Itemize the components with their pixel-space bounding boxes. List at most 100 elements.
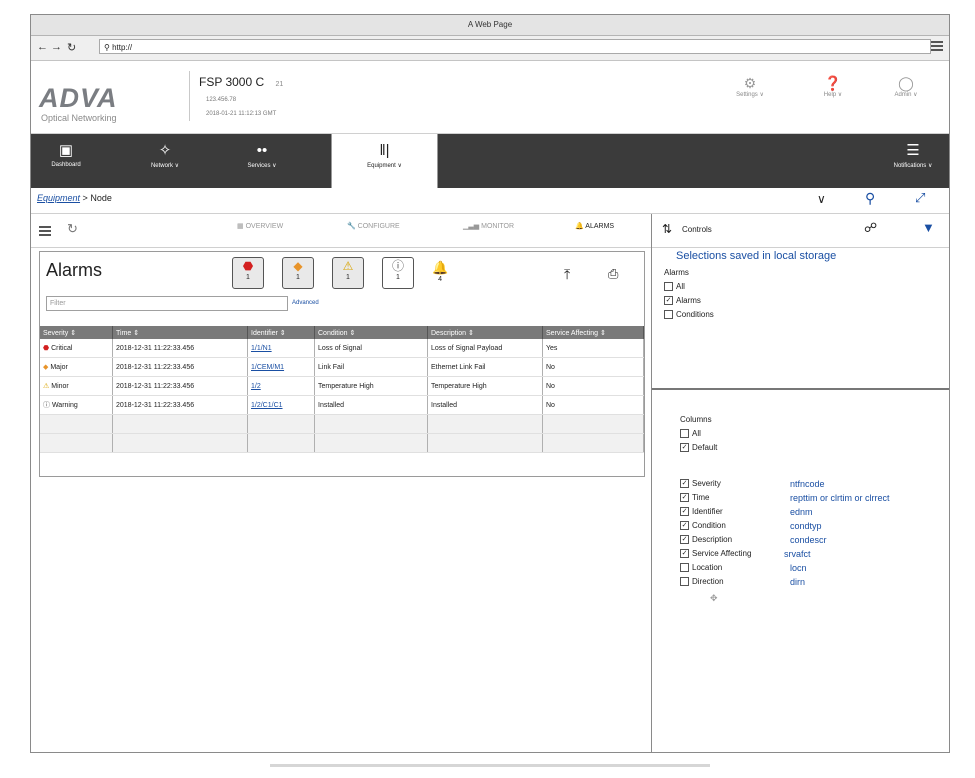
search-icon[interactable]: ⚲ — [865, 190, 875, 207]
major-count-button[interactable]: ◆ 1 — [282, 257, 314, 289]
drag-handle-icon[interactable]: ✥ — [710, 593, 718, 604]
settings-menu[interactable]: ⚙ Settings ∨ — [725, 75, 775, 98]
nav-equipment[interactable]: ‖| Equipment ∨ — [331, 134, 438, 188]
reload-icon[interactable]: ↻ — [67, 41, 76, 54]
checkbox[interactable]: ✓ — [680, 479, 689, 489]
checkbox[interactable]: ✓ — [664, 296, 673, 306]
option-all[interactable]: All — [664, 282, 685, 292]
field-label: Condition — [692, 521, 726, 530]
warning-count: 1 — [396, 274, 400, 281]
col-time[interactable]: Time ⇕ — [112, 326, 248, 339]
help-menu[interactable]: ❓ Help ∨ — [813, 75, 853, 98]
option-conditions[interactable]: Conditions — [664, 310, 714, 320]
advanced-link[interactable]: Advanced — [292, 300, 319, 306]
identifier-link[interactable]: 1/CEM/M1 — [251, 364, 284, 371]
checkbox[interactable] — [664, 310, 673, 320]
warning-icon: ⓘ — [391, 259, 404, 273]
nav-notifications-label: Notifications — [893, 163, 927, 169]
columns-all[interactable]: All — [680, 429, 701, 439]
field-code: ednm — [790, 507, 813, 517]
print-icon[interactable]: ⎙ — [608, 266, 618, 282]
filter-input[interactable]: Filter — [46, 296, 288, 311]
col-service-affecting[interactable]: Service Affecting ⇕ — [542, 326, 644, 339]
chevron-down-icon: ∨ — [174, 163, 180, 169]
checkbox[interactable] — [680, 563, 689, 573]
col-description[interactable]: Description ⇕ — [427, 326, 543, 339]
saved-note: Selections saved in local storage — [676, 250, 837, 262]
checkbox[interactable]: ✓ — [680, 443, 689, 453]
checkbox[interactable] — [680, 429, 689, 439]
table-row[interactable]: ◆ Major 2018-12-31 11:22:33.456 1/CEM/M1… — [40, 357, 644, 377]
group-icon[interactable]: ☍ — [864, 220, 877, 236]
nav-services[interactable]: •• Services ∨ — [229, 134, 295, 188]
table-row — [40, 414, 644, 434]
option-label: Alarms — [676, 296, 701, 305]
warning-icon: ⓘ — [43, 402, 50, 409]
alarms-title: Alarms — [46, 260, 103, 280]
url-field[interactable]: ⚲ http:// — [99, 39, 931, 54]
identifier-link[interactable]: 1/2 — [251, 383, 261, 390]
tab-monitor[interactable]: ▁▃▅ MONITOR — [463, 222, 514, 230]
minor-count-button[interactable]: ⚠ 1 — [332, 257, 364, 289]
bell-icon: 🔔 — [575, 223, 584, 230]
checkbox[interactable]: ✓ — [680, 521, 689, 531]
col-condition[interactable]: Condition ⇕ — [314, 326, 428, 339]
menu-icon[interactable] — [931, 41, 943, 53]
export-icon[interactable]: ⤒ — [564, 266, 570, 283]
field-direction[interactable]: Direction — [680, 577, 724, 587]
table-row[interactable]: ⬣ Critical 2018-12-31 11:22:33.456 1/1/N… — [40, 339, 644, 358]
checkbox[interactable]: ✓ — [680, 549, 689, 559]
tab-alarms[interactable]: 🔔 ALARMS — [575, 222, 614, 230]
major-icon: ◆ — [43, 364, 49, 371]
nav-notifications[interactable]: ☰ Notifications ∨ — [883, 134, 943, 188]
field-severity[interactable]: ✓ Severity — [680, 479, 721, 489]
menu-icon[interactable] — [39, 226, 51, 238]
filter-icon[interactable]: ▼ — [922, 220, 935, 235]
col-identifier[interactable]: Identifier ⇕ — [247, 326, 315, 339]
tab-overview[interactable]: ▦ OVERVIEW — [237, 222, 283, 230]
critical-count-button[interactable]: ⬣ 1 — [232, 257, 264, 289]
table-row[interactable]: ⓘ Warning 2018-12-31 11:22:33.456 1/2/C1… — [40, 395, 644, 415]
warning-count-button[interactable]: ⓘ 1 — [382, 257, 414, 289]
identifier-cell: 1/2/C1/C1 — [247, 395, 315, 415]
tab-configure[interactable]: 🔧 CONFIGURE — [347, 222, 400, 230]
breadcrumb-equipment-link[interactable]: Equipment — [37, 193, 80, 203]
checkbox[interactable]: ✓ — [680, 493, 689, 503]
field-condition[interactable]: ✓ Condition — [680, 521, 726, 531]
minor-icon: ⚠ — [342, 259, 354, 273]
checkbox[interactable]: ✓ — [680, 535, 689, 545]
field-location[interactable]: Location — [680, 563, 722, 573]
nav-network[interactable]: ✧ Network ∨ — [135, 134, 195, 188]
controls-title: Controls — [682, 225, 712, 234]
field-time[interactable]: ✓ Time — [680, 493, 709, 503]
refresh-icon[interactable]: ↻ — [67, 221, 78, 237]
option-alarms[interactable]: ✓ Alarms — [664, 296, 701, 306]
severity-cell: ⬣ Critical — [40, 339, 113, 358]
nav-dashboard[interactable]: ▣ Dashboard — [41, 134, 91, 188]
field-service-affecting[interactable]: ✓ Service Affecting — [680, 549, 751, 559]
checkbox[interactable] — [664, 282, 673, 292]
col-time-label: Time — [116, 329, 132, 337]
forward-icon[interactable]: → — [51, 41, 62, 53]
table-row[interactable]: ⚠ Minor 2018-12-31 11:22:33.456 1/2 Temp… — [40, 376, 644, 396]
checkbox[interactable]: ✓ — [680, 507, 689, 517]
col-severity[interactable]: Severity ⇕ — [40, 326, 113, 339]
identifier-link[interactable]: 1/2/C1/C1 — [251, 402, 283, 409]
admin-menu[interactable]: ◯ Admin ∨ — [881, 75, 931, 98]
field-description[interactable]: ✓ Description — [680, 535, 732, 545]
severity-text: Major — [50, 364, 68, 371]
expand-icon[interactable]: ⤢ — [915, 190, 925, 206]
grid-icon: ▦ — [237, 223, 244, 230]
total-alarms[interactable]: 🔔 4 — [432, 260, 448, 283]
identifier-link[interactable]: 1/1/N1 — [251, 345, 272, 352]
field-identifier[interactable]: ✓ Identifier — [680, 507, 723, 517]
columns-default[interactable]: ✓ Default — [680, 443, 717, 453]
admin-label: Admin — [894, 92, 912, 98]
tab-monitor-label: MONITOR — [481, 223, 515, 230]
chevron-down-icon[interactable]: ∨ — [817, 192, 826, 206]
search-icon: ⚲ — [104, 43, 110, 52]
checkbox[interactable] — [680, 577, 689, 587]
notifications-icon: ☰ — [906, 142, 920, 159]
back-icon[interactable]: ← — [37, 41, 48, 53]
col-severity-label: Severity — [43, 329, 69, 337]
